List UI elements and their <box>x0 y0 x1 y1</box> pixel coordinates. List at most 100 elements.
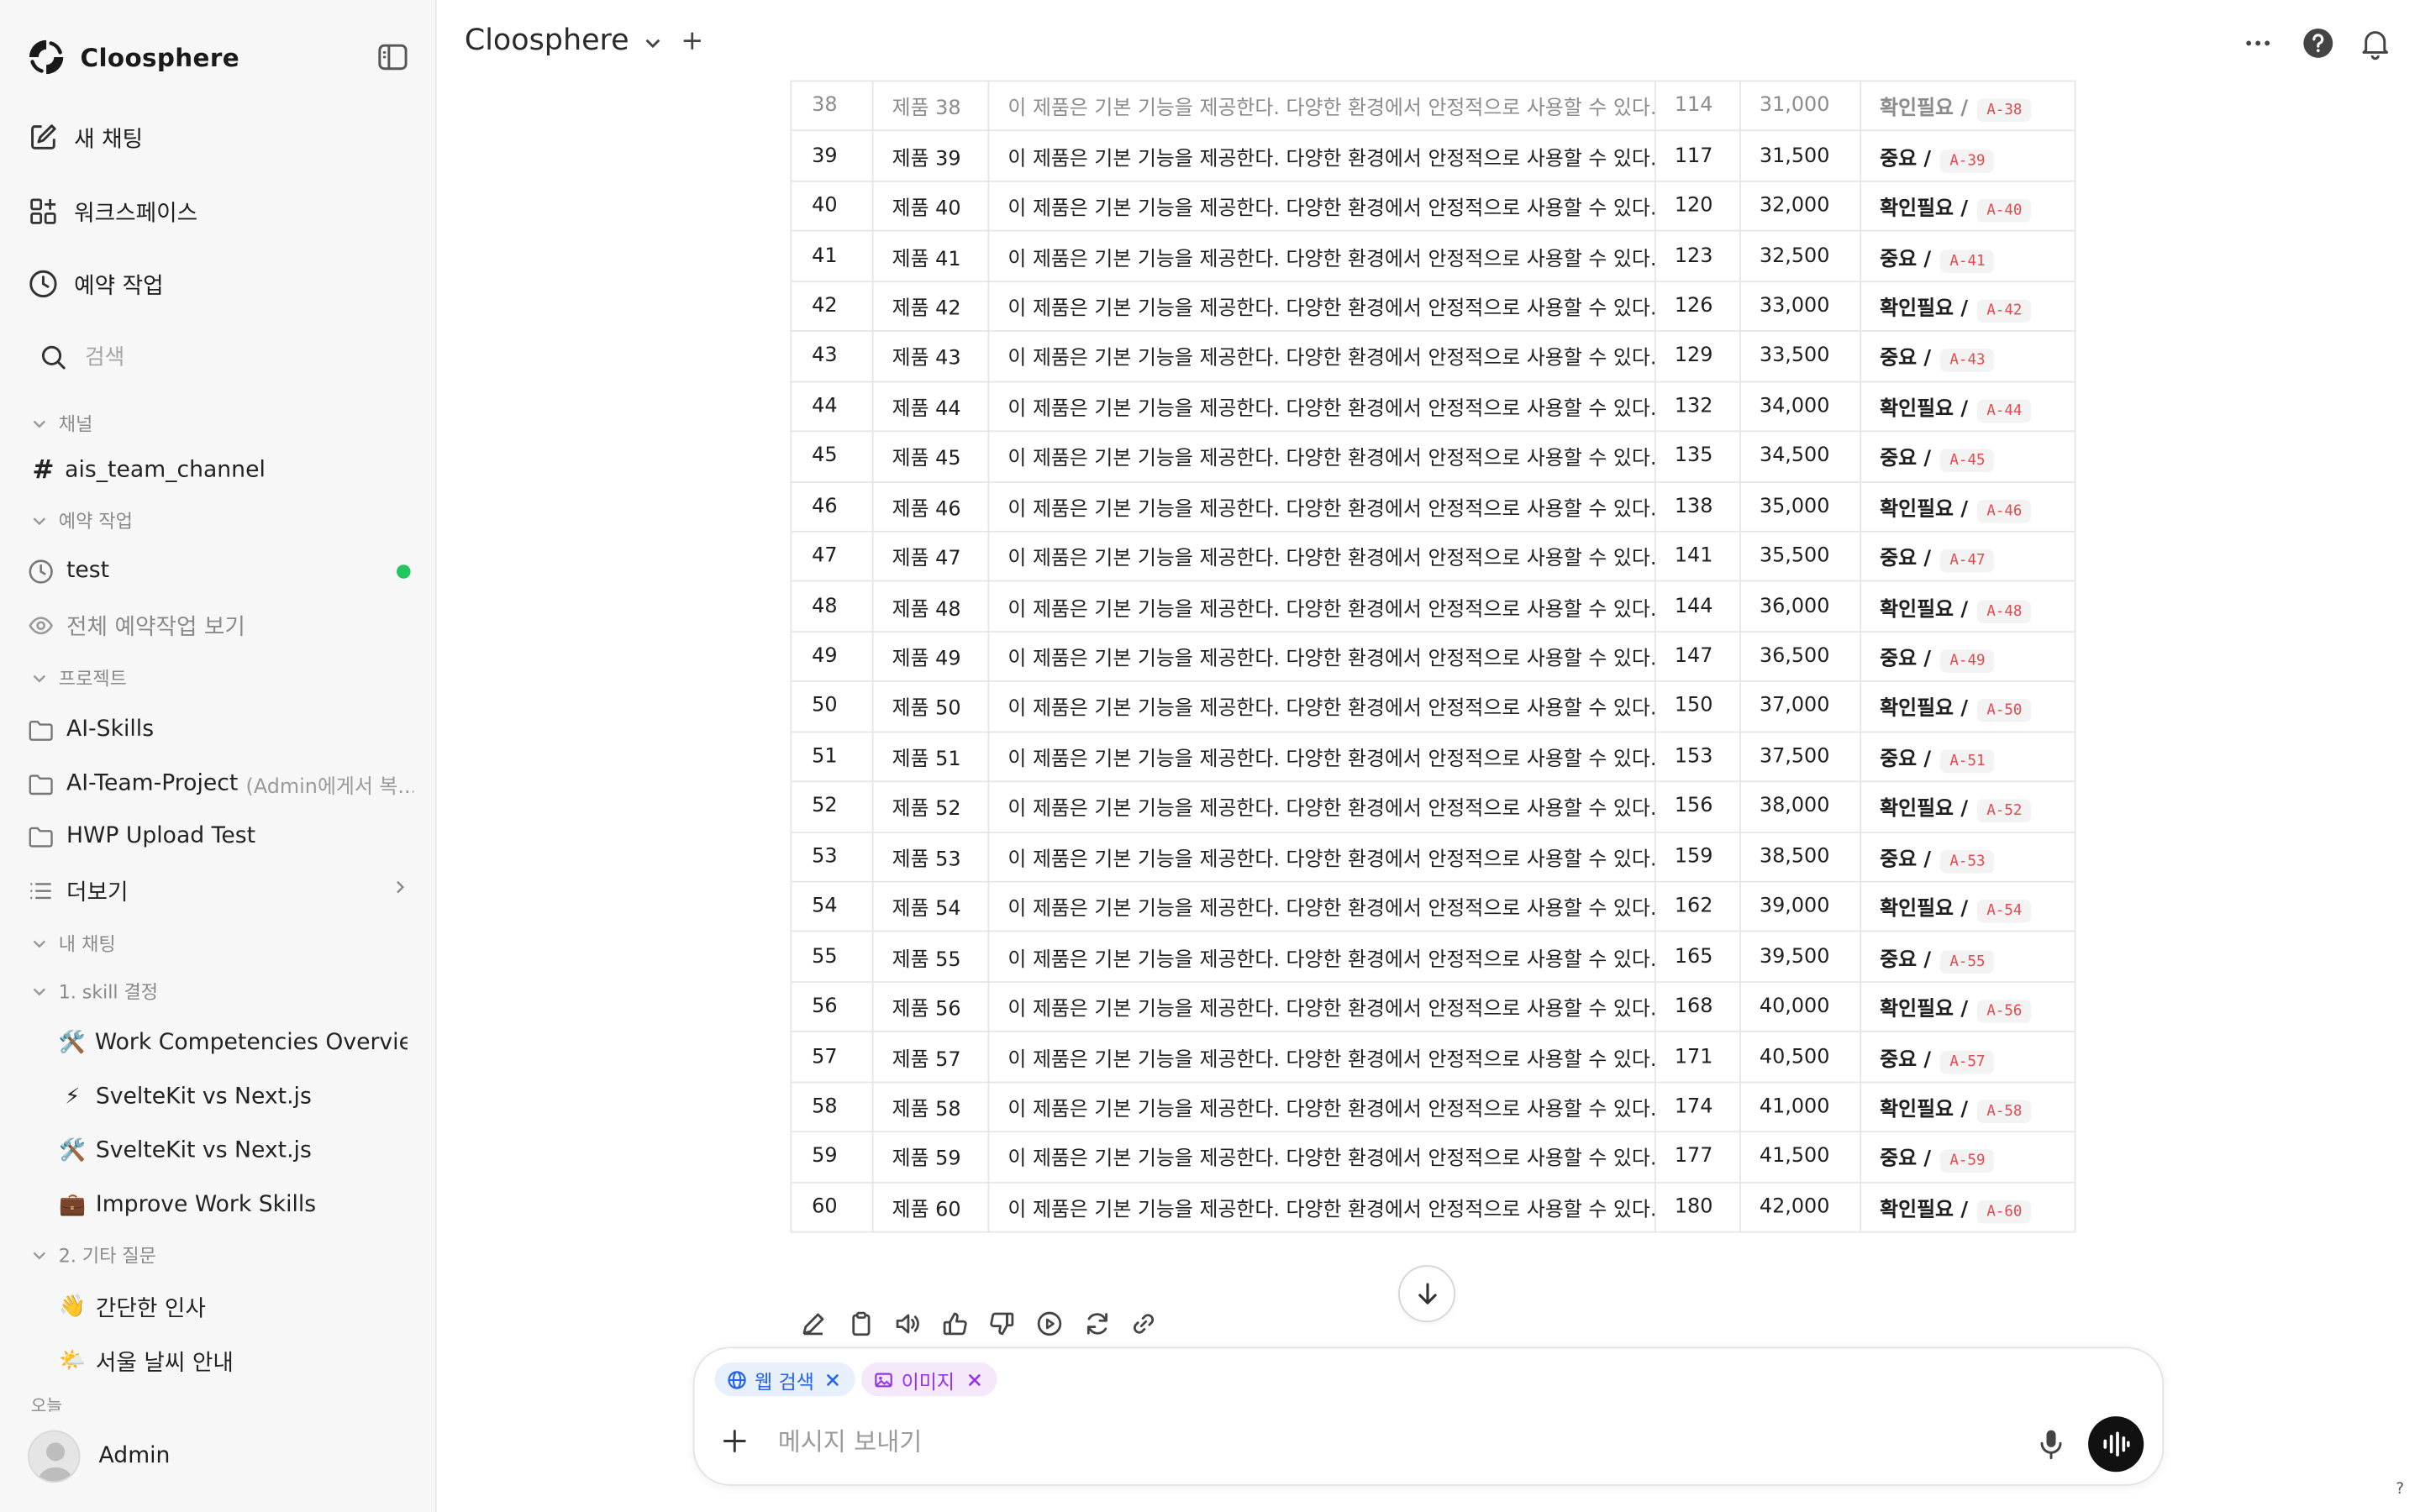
web-search-chip[interactable]: 웹 검색 <box>714 1362 856 1397</box>
bell-icon[interactable] <box>2359 26 2392 60</box>
row-number-cell: 53 <box>790 831 874 883</box>
chat-item[interactable]: 🛠️ SvelteKit vs Next.js <box>59 1128 408 1174</box>
status-label: 확인필요 / <box>1880 597 1969 622</box>
status-label: 확인필요 / <box>1880 698 1969 722</box>
quantity-cell: 138 <box>1654 480 1741 533</box>
row-number-cell: 57 <box>790 1031 874 1083</box>
scheduled-item-label: test <box>66 558 110 584</box>
status-label: 중요 / <box>1880 348 1932 371</box>
sidebar-item-channel[interactable]: # ais_team_channel <box>31 448 417 494</box>
quantity-cell: 144 <box>1654 580 1741 633</box>
scheduled-tasks-button[interactable]: 예약 작업 <box>0 256 435 312</box>
chat-item[interactable]: 🌤️ 서울 날씨 안내 <box>59 1337 408 1383</box>
close-icon[interactable] <box>964 1369 984 1389</box>
search-icon <box>41 344 66 369</box>
code-badge: A-49 <box>1940 649 1995 673</box>
chat-item[interactable]: 💼 Improve Work Skills <box>59 1182 408 1228</box>
continue-button[interactable] <box>1033 1307 1066 1341</box>
table-row: 44 제품 44 이 제품은 기본 기능을 제공한다. 다양한 환경에서 안정적으로… <box>790 380 2076 433</box>
row-number-cell: 52 <box>790 780 874 833</box>
hash-icon: # <box>32 454 55 486</box>
table-row: 41 제품 41 이 제품은 기본 기능을 제공한다. 다양한 환경에서 안정적으로… <box>790 230 2076 282</box>
edit-button[interactable] <box>797 1307 830 1341</box>
workspace-button[interactable]: 워크스페이스 <box>0 184 435 239</box>
status-cell: 중요 / A-49 <box>1860 630 2076 683</box>
folder-other[interactable]: 2. 기타 질문 <box>31 1239 156 1270</box>
description-cell: 이 제품은 기본 기능을 제공한다. 다양한 환경에서 안정적으로 사용할 수 … <box>987 1081 1656 1133</box>
model-selector[interactable]: Cloosphere <box>465 24 629 57</box>
read-aloud-button[interactable] <box>891 1307 924 1341</box>
image-chip[interactable]: 이미지 <box>860 1362 997 1397</box>
row-number-cell: 41 <box>790 230 874 282</box>
close-icon[interactable] <box>823 1369 844 1389</box>
help-icon[interactable] <box>2302 26 2335 60</box>
help-corner-mark[interactable]: ? <box>2389 1481 2411 1503</box>
status-label: 중요 / <box>1880 1048 1932 1072</box>
user-menu[interactable]: Admin <box>28 1429 170 1484</box>
view-all-scheduled-link[interactable]: 전체 예약작업 보기 <box>28 601 413 648</box>
copy-link-button[interactable] <box>1127 1307 1160 1341</box>
microphone-icon[interactable] <box>2036 1427 2067 1461</box>
more-options-icon[interactable] <box>2241 28 2275 59</box>
voice-mode-button[interactable] <box>2088 1416 2144 1473</box>
price-cell: 41,500 <box>1739 1131 1862 1184</box>
row-number-cell: 38 <box>790 80 874 132</box>
bad-response-button[interactable] <box>986 1307 1019 1341</box>
quantity-cell: 150 <box>1654 680 1741 732</box>
row-number-cell: 45 <box>790 430 874 482</box>
add-attachment-icon[interactable] <box>721 1427 749 1455</box>
edit-icon <box>31 124 56 150</box>
table-row: 46 제품 46 이 제품은 기본 기능을 제공한다. 다양한 환경에서 안정적으로… <box>790 480 2076 533</box>
sidebar-item-project-ai-team[interactable]: AI-Team-Project (Admin에게서 복... <box>28 761 413 807</box>
status-label: 중요 / <box>1880 147 1932 171</box>
sidebar-search[interactable]: 검색 <box>28 333 413 380</box>
brand[interactable]: Cloosphere <box>24 34 239 80</box>
section-scheduled[interactable]: 예약 작업 <box>31 505 133 536</box>
chat-item[interactable]: ⚡ SvelteKit vs Next.js <box>59 1074 408 1120</box>
copy-button[interactable] <box>844 1307 877 1341</box>
good-response-button[interactable] <box>938 1307 971 1341</box>
product-name-cell: 제품 57 <box>871 1031 990 1083</box>
chevron-right-icon[interactable] <box>391 878 409 896</box>
row-number-cell: 43 <box>790 330 874 382</box>
cloosphere-logo-icon <box>29 39 64 75</box>
status-cell: 확인필요 / A-56 <box>1860 980 2076 1033</box>
more-projects-button[interactable]: 더보기 <box>28 867 413 913</box>
status-label: 확인필요 / <box>1880 998 1969 1022</box>
status-cell: 확인필요 / A-58 <box>1860 1081 2076 1133</box>
sidebar-toggle-icon[interactable] <box>376 42 410 73</box>
sidebar-item-test[interactable]: test <box>28 548 413 594</box>
table-row: 55 제품 55 이 제품은 기본 기능을 제공한다. 다양한 환경에서 안정적으로… <box>790 931 2076 983</box>
arrow-down-icon <box>1418 1282 1436 1304</box>
chevron-down-icon[interactable] <box>642 33 664 55</box>
description-cell: 이 제품은 기본 기능을 제공한다. 다양한 환경에서 안정적으로 사용할 수 … <box>987 1131 1656 1184</box>
price-cell: 42,000 <box>1739 1181 1862 1233</box>
search-input[interactable]: 검색 <box>85 341 124 372</box>
new-chat-button[interactable]: 새 채팅 <box>0 109 435 165</box>
table-row: 38 제품 38 이 제품은 기본 기능을 제공한다. 다양한 환경에서 안정적으로… <box>790 80 2076 132</box>
sidebar-item-project-hwp[interactable]: HWP Upload Test <box>28 813 413 859</box>
scroll-to-bottom-button[interactable] <box>1398 1265 1456 1323</box>
row-number-cell: 55 <box>790 931 874 983</box>
add-model-icon[interactable] <box>681 29 704 53</box>
code-badge: A-56 <box>1977 1000 2032 1023</box>
folder-skill[interactable]: 1. skill 결정 <box>31 975 158 1006</box>
quantity-cell: 156 <box>1654 780 1741 833</box>
section-projects[interactable]: 프로젝트 <box>31 662 127 693</box>
section-scheduled-label: 예약 작업 <box>58 510 133 532</box>
web-search-label: 웹 검색 <box>755 1369 814 1393</box>
sidebar-item-project-ai-skills[interactable]: AI-Skills <box>28 706 413 753</box>
section-channels[interactable]: 채널 <box>31 407 93 438</box>
regenerate-button[interactable] <box>1080 1307 1113 1341</box>
status-label: 확인필요 / <box>1880 898 1969 921</box>
message-input[interactable]: 메시지 보내기 <box>778 1421 923 1458</box>
row-number-cell: 56 <box>790 980 874 1033</box>
chat-header: Cloosphere <box>438 0 2420 87</box>
status-label: 중요 / <box>1880 247 1932 271</box>
status-label: 중요 / <box>1880 648 1932 672</box>
section-my-chats[interactable]: 내 채팅 <box>31 927 116 958</box>
chat-item[interactable]: 👋 간단한 인사 <box>59 1284 408 1330</box>
chat-item[interactable]: 🛠️ Work Competencies Overvie <box>59 1020 408 1066</box>
quantity-cell: 141 <box>1654 530 1741 583</box>
quantity-cell: 114 <box>1654 80 1741 132</box>
